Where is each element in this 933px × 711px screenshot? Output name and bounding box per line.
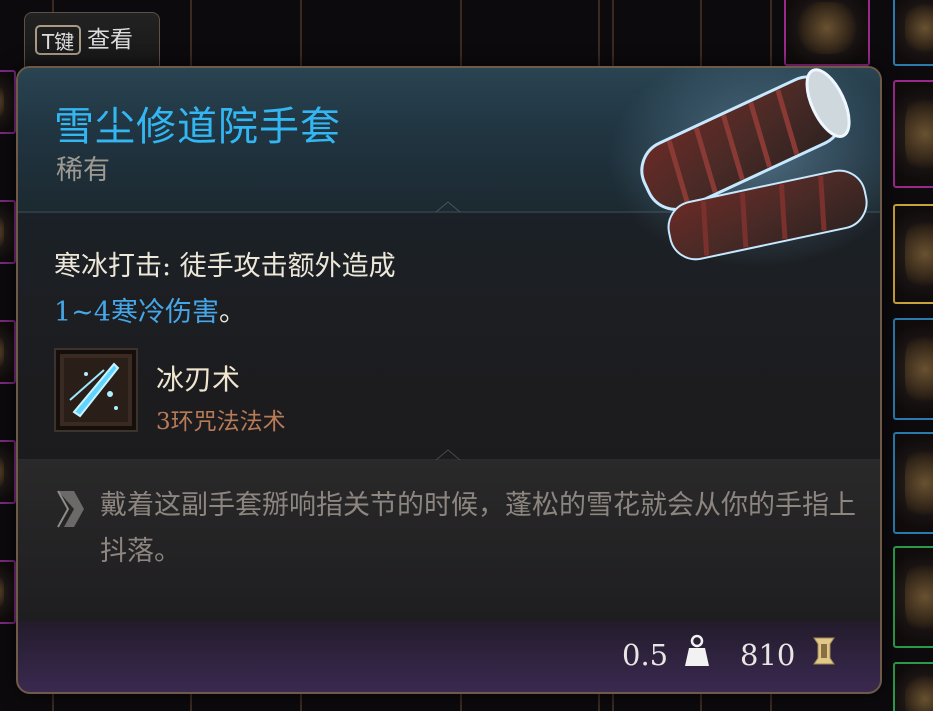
weight-icon [685,634,709,666]
spell-level: 3环咒法法术 [156,409,286,435]
inventory-slot[interactable] [0,70,16,134]
quill-icon [57,490,84,528]
inventory-slot[interactable] [893,662,933,711]
inventory-slot[interactable] [893,318,933,420]
flavor-text: 戴着这副手套掰响指关节的时候，蓬松的雪花就会从你的手指上抖落。 [100,490,856,567]
effect-damage-suffix: 。 [218,297,246,328]
item-rarity: 稀有 [56,155,110,186]
spell-name: 冰刃术 [156,363,241,396]
inventory-slot[interactable] [0,200,16,264]
effect-damage-line: 1~4寒冷伤害。 [54,290,246,329]
key-hint-badge: T键 [35,25,82,55]
inventory-slot[interactable] [893,0,933,66]
flavor-divider [18,449,880,461]
inventory-slot[interactable] [0,320,16,384]
inventory-slot[interactable] [0,560,16,624]
gold-coin-icon [813,637,835,665]
inventory-slot[interactable] [893,204,933,304]
gauntlets-art [608,68,880,268]
effect-description: 寒冰打击: 徒手攻击额外造成 [54,251,396,282]
inventory-slot[interactable] [0,440,16,504]
flavor-section: 戴着这副手套掰响指关节的时候，蓬松的雪花就会从你的手指上抖落。 [18,461,880,621]
inspect-hint-tab[interactable]: T键 查看 [24,12,160,73]
tooltip-footer: 0.5 810 [18,612,880,692]
ice-knife-spell-icon[interactable] [54,348,138,432]
price-value: 810 [740,638,796,672]
inventory-slot[interactable] [893,80,933,188]
effect-damage: 1~4寒冷伤害 [54,297,219,328]
weight-value: 0.5 [622,638,669,672]
item-name: 雪尘修道院手套 [54,104,341,150]
inventory-slot[interactable] [893,432,933,534]
item-tooltip: 雪尘修道院手套 稀有 寒冰打击: 徒手攻击额外造成 1~4寒冷伤害。 冰刃术 3… [16,66,882,694]
inventory-slot[interactable] [893,546,933,648]
inventory-slot[interactable] [784,0,870,66]
inspect-label: 查看 [87,27,133,53]
